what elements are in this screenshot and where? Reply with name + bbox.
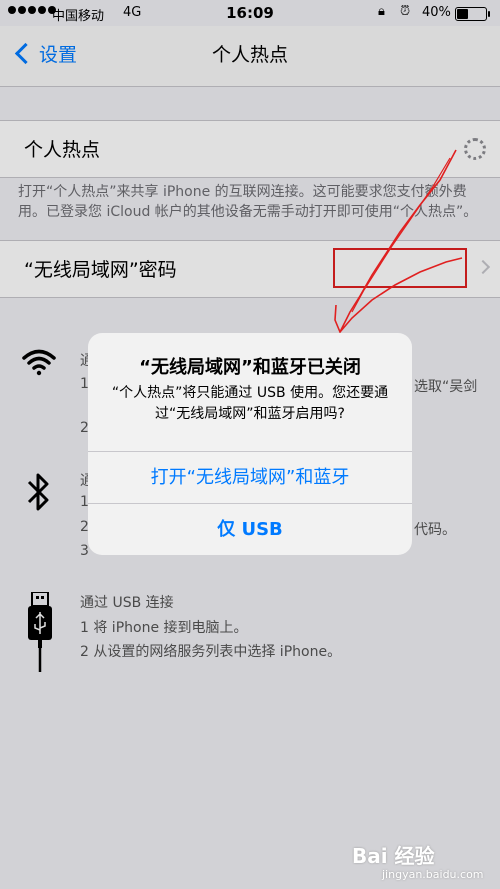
usb-only-button[interactable]: 仅 USB xyxy=(88,503,412,555)
alert-message: “个人热点”将只能通过 USB 使用。您还要通过“无线局域网”和蓝牙启用吗? xyxy=(111,385,389,422)
watermark-url: jingyan.baidu.com xyxy=(382,868,484,881)
baidu-watermark-logo: Bai 经验 xyxy=(352,844,435,868)
alert-title: “无线局域网”和蓝牙已关闭 xyxy=(139,357,361,378)
enable-wifi-bluetooth-button[interactable]: 打开“无线局域网”和蓝牙 xyxy=(88,451,412,504)
alert-dialog: “无线局域网”和蓝牙已关闭 “个人热点”将只能通过 USB 使用。您还要通过“无… xyxy=(88,333,412,555)
